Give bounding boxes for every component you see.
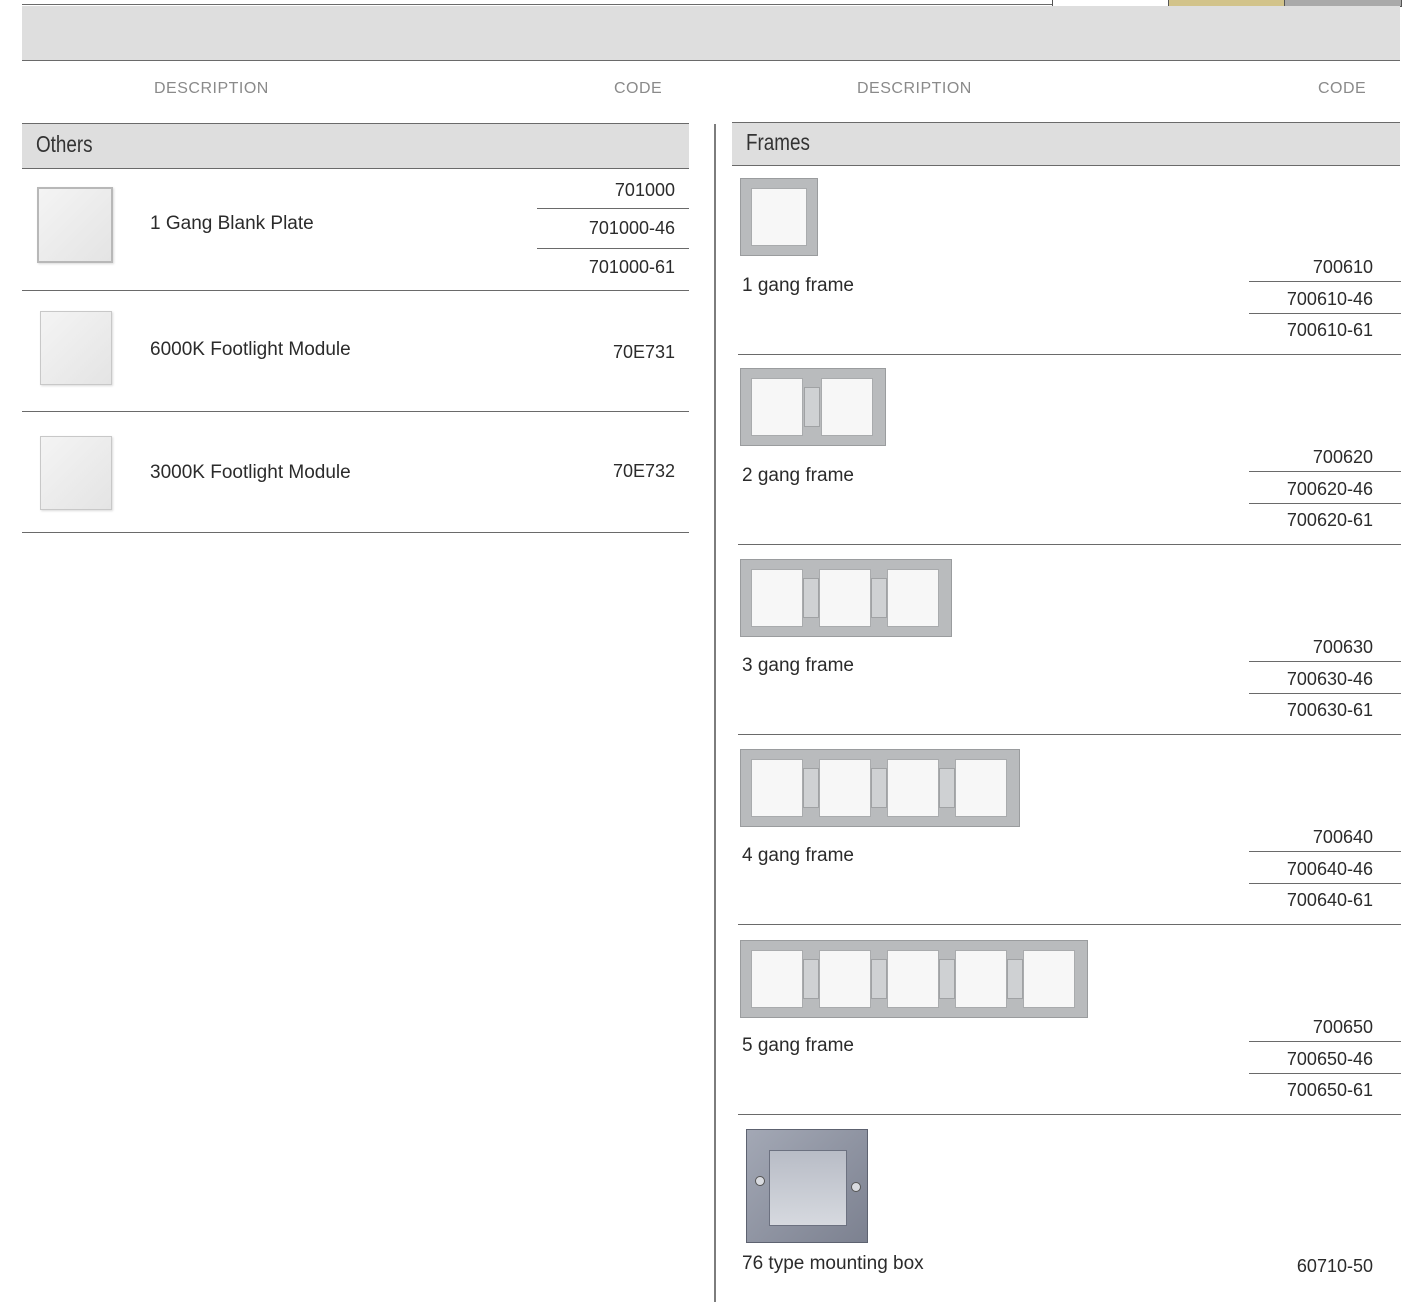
right-code-header: CODE [1318, 80, 1367, 97]
product-code: 700610 [1312, 257, 1373, 277]
3-gang-frame-image [740, 559, 952, 637]
product-code: 700630-46 [1286, 669, 1373, 689]
code-rule [1249, 661, 1401, 662]
code-rule [1249, 693, 1401, 694]
product-code: 700620-46 [1286, 479, 1373, 499]
product-description: 2 gang frame [742, 465, 854, 486]
mounting-box-image [746, 1129, 868, 1243]
left-description-header: DESCRIPTION [154, 80, 269, 97]
product-description: 6000K Footlight Module [150, 339, 351, 360]
code-rule [1249, 281, 1401, 282]
product-description: 5 gang frame [742, 1035, 854, 1056]
product-row: 3000K Footlight Module 70E732 [22, 412, 689, 533]
product-code: 700620-61 [1286, 510, 1373, 530]
1-gang-frame-image [740, 178, 818, 256]
product-code: 700650 [1312, 1017, 1373, 1037]
code-rule [1249, 503, 1401, 504]
product-code: 70E731 [612, 342, 675, 362]
product-row: 3 gang frame 700630 700630-46 700630-61 [738, 545, 1401, 735]
top-rule [22, 4, 1052, 5]
product-description: 3000K Footlight Module [150, 462, 351, 483]
code-rule [1249, 313, 1401, 314]
left-code-header: CODE [614, 80, 663, 97]
product-code: 700610-61 [1286, 320, 1373, 340]
product-code: 60710-50 [1296, 1256, 1373, 1276]
code-rule [1249, 1041, 1401, 1042]
blank-plate-image [37, 187, 113, 263]
column-divider [714, 124, 716, 1302]
code-rule [1249, 883, 1401, 884]
product-description: 1 Gang Blank Plate [150, 213, 314, 234]
5-gang-frame-image [740, 940, 1088, 1018]
product-code: 701000-61 [588, 257, 675, 277]
product-row: 76 type mounting box 60710-50 [738, 1115, 1401, 1302]
section-frames: Frames [732, 122, 1400, 166]
footlight-module-image [40, 436, 112, 510]
code-rule [1249, 1073, 1401, 1074]
product-code: 700610-46 [1286, 289, 1373, 309]
product-code: 701000-46 [588, 218, 675, 238]
product-row: 2 gang frame 700620 700620-46 700620-61 [738, 355, 1401, 545]
product-code: 700630-61 [1286, 700, 1373, 720]
product-row: 5 gang frame 700650 700650-46 700650-61 [738, 925, 1401, 1115]
code-rule [537, 208, 689, 209]
2-gang-frame-image [740, 368, 886, 446]
section-title: Others [36, 131, 93, 157]
product-code: 700630 [1312, 637, 1373, 657]
code-rule [537, 248, 689, 249]
product-description: 4 gang frame [742, 845, 854, 866]
code-rule [1249, 471, 1401, 472]
section-title: Frames [746, 129, 810, 155]
product-description: 1 gang frame [742, 275, 854, 296]
product-description: 3 gang frame [742, 655, 854, 676]
product-row: 1 gang frame 700610 700610-46 700610-61 [738, 165, 1401, 355]
section-others: Others [22, 123, 689, 169]
product-code: 70E732 [612, 461, 675, 481]
product-row: 4 gang frame 700640 700640-46 700640-61 [738, 735, 1401, 925]
product-description: 76 type mounting box [742, 1253, 924, 1274]
product-code: 700650-61 [1286, 1080, 1373, 1100]
right-description-header: DESCRIPTION [857, 80, 972, 97]
product-code: 700650-46 [1286, 1049, 1373, 1069]
product-row: 1 Gang Blank Plate 701000 701000-46 7010… [22, 168, 689, 291]
product-code: 700640-61 [1286, 890, 1373, 910]
4-gang-frame-image [740, 749, 1020, 827]
code-rule [1249, 851, 1401, 852]
product-code: 700640-46 [1286, 859, 1373, 879]
product-row: 6000K Footlight Module 70E731 [22, 291, 689, 412]
header-band [22, 6, 1400, 61]
product-code: 700620 [1312, 447, 1373, 467]
product-code: 700640 [1312, 827, 1373, 847]
product-code: 701000 [614, 180, 675, 200]
footlight-module-image [40, 311, 112, 385]
